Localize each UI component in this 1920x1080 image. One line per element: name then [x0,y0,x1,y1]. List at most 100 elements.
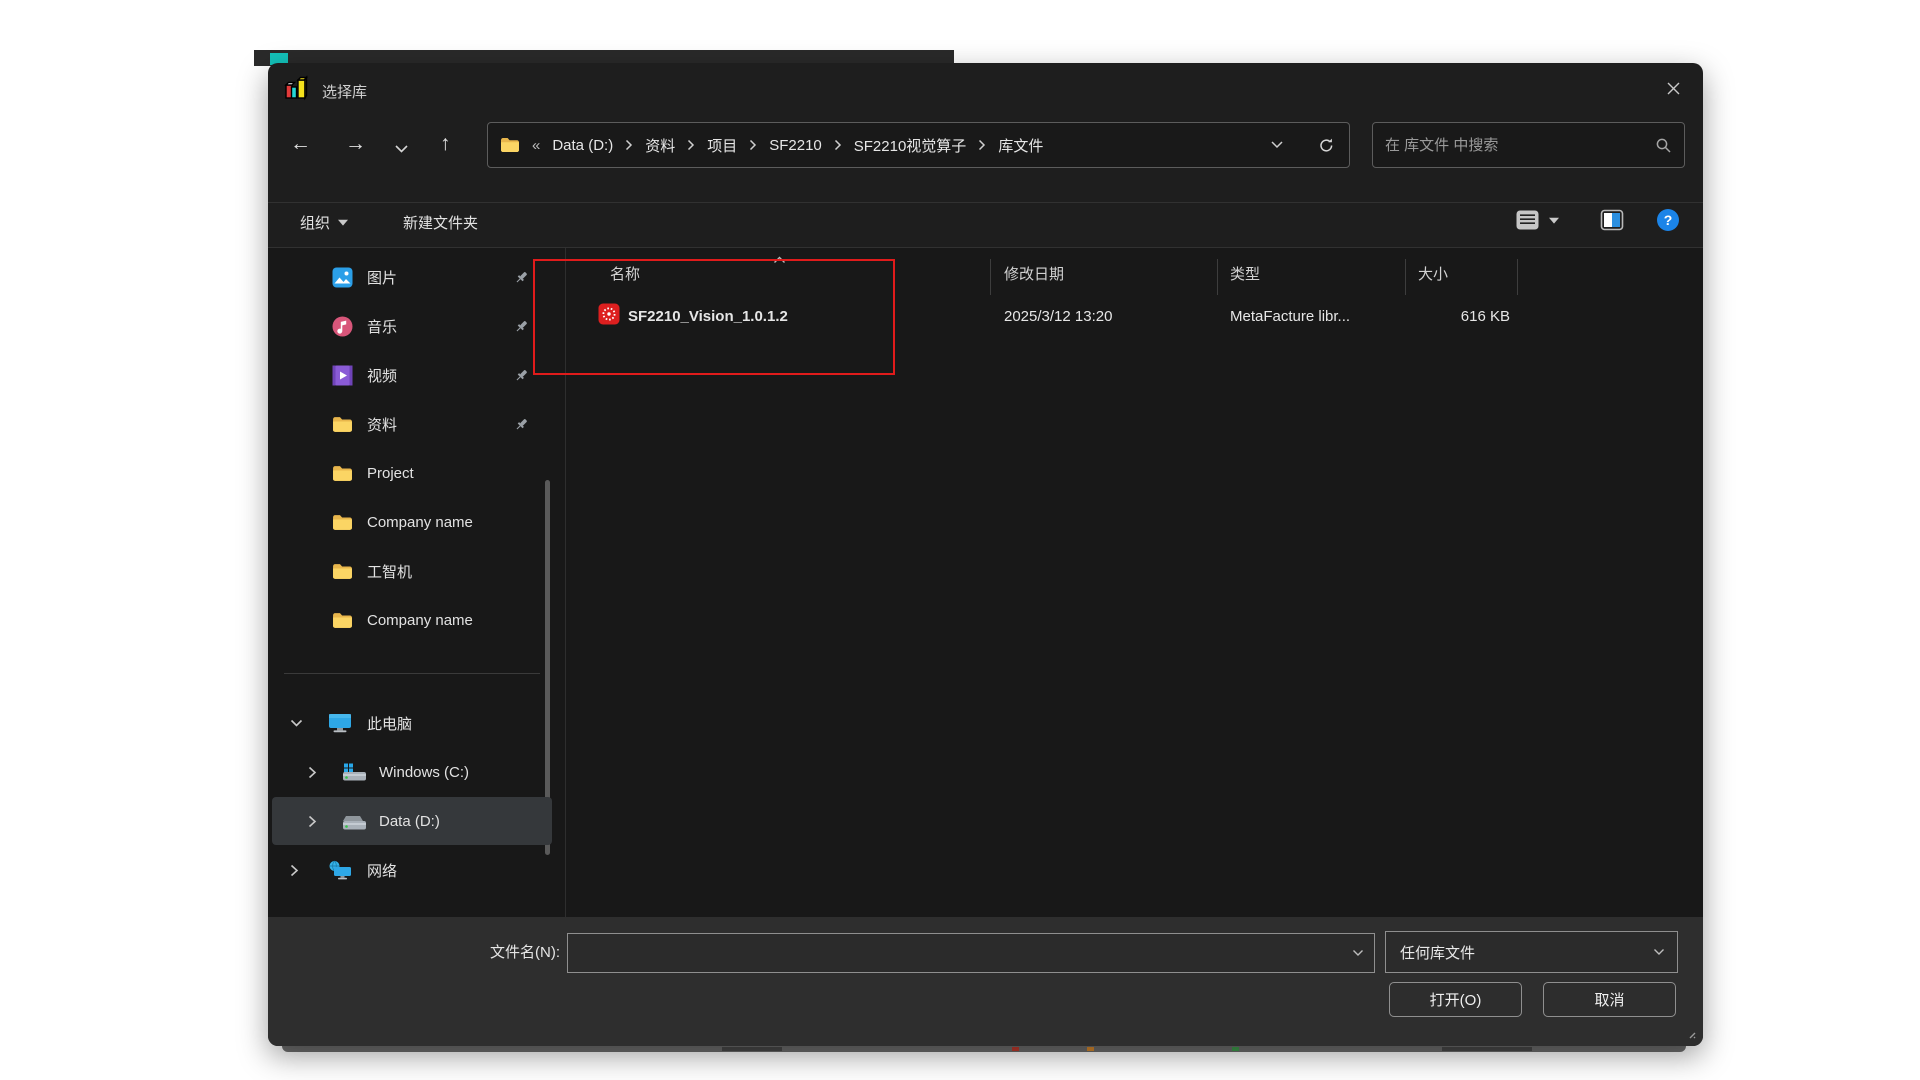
up-button[interactable]: ↑ [440,133,451,154]
resize-grip[interactable] [1686,1027,1697,1044]
chevron-right-icon [625,139,633,151]
filename-input[interactable] [568,934,1352,972]
sidebar-item-label: Data (D:) [379,812,440,830]
breadcrumb-item[interactable]: 资料 [645,135,675,156]
open-button-label: 打开(O) [1429,992,1482,1009]
sidebar-item-videos[interactable]: 视频 [272,353,552,397]
screen: 选择库 ← → ↑ « Data (D:) 资料 项目 SF2210 SF221… [0,0,1920,1080]
organize-label: 组织 [300,215,331,232]
breadcrumb-item[interactable]: SF2210视觉算子 [854,135,967,156]
pin-icon [514,270,529,285]
sidebar-item-ziliao[interactable]: 资料 [272,402,552,446]
computer-icon [328,713,352,733]
chevron-down-icon [395,145,408,153]
sidebar-item-music[interactable]: 音乐 [272,304,552,348]
chevron-right-icon[interactable] [308,764,324,780]
pin-icon [514,319,529,334]
file-date: 2025/3/12 13:20 [1004,308,1113,325]
new-folder-button[interactable]: 新建文件夹 [403,212,478,233]
filename-combobox[interactable] [567,933,1375,973]
chevron-right-icon [834,139,842,151]
chevron-right-icon[interactable] [308,813,324,829]
chevron-down-icon[interactable] [1352,949,1374,957]
close-icon [1667,82,1679,94]
cancel-button[interactable]: 取消 [1543,982,1676,1017]
sidebar-item-data-d[interactable]: Data (D:) [272,797,552,845]
sidebar-item-company-name-2[interactable]: Company name [272,598,552,642]
folder-icon [332,465,353,482]
column-header-size[interactable]: 大小 [1418,263,1448,284]
sliver-speck [1232,1047,1239,1051]
breadcrumb-item[interactable]: 项目 [707,135,737,156]
app-icon [283,74,311,106]
chevron-down-icon[interactable] [290,715,306,731]
chevron-right-icon [687,139,695,151]
open-button[interactable]: 打开(O) [1389,982,1522,1017]
column-header-type[interactable]: 类型 [1230,263,1260,284]
folder-icon [332,416,353,433]
sidebar-item-label: Company name [367,611,473,629]
windows-drive-icon [342,763,367,782]
filename-label: 文件名(N): [490,944,560,961]
help-button[interactable]: ? [1656,208,1680,236]
file-size: 616 KB [1460,308,1510,325]
sidebar-item-pictures[interactable]: 图片 [272,255,552,299]
chevron-down-icon [1271,141,1283,149]
column-separator[interactable] [1517,259,1518,295]
details-view-icon [1516,210,1539,230]
chevron-down-icon [1549,217,1559,224]
breadcrumb-item[interactable]: Data (D:) [552,137,613,154]
breadcrumb-item[interactable]: SF2210 [769,137,822,154]
sidebar-item-label: Windows (C:) [379,763,470,781]
chevron-right-icon[interactable] [290,862,306,878]
preview-pane-icon [1600,209,1624,231]
breadcrumb-item-current[interactable]: 库文件 [998,135,1043,156]
sidebar-item-label: 工智机 [367,563,413,581]
preview-pane-button[interactable] [1600,209,1624,235]
sidebar-item-label: Company name [367,513,473,531]
recent-locations-button[interactable] [394,141,409,158]
sidebar-item-label: 网络 [367,862,398,880]
column-header-date[interactable]: 修改日期 [1004,263,1064,284]
chevron-right-icon [749,139,757,151]
network-icon [328,860,352,880]
folder-icon [332,514,353,531]
column-separator[interactable] [1405,259,1406,295]
close-button[interactable] [1654,73,1692,103]
column-separator[interactable] [1217,259,1218,295]
sidebar-item-gongzhiji[interactable]: 工智机 [272,549,552,593]
filetype-select[interactable]: 任何库文件 [1385,931,1678,973]
pin-icon [514,417,529,432]
help-icon: ? [1657,209,1679,231]
address-bar[interactable]: « Data (D:) 资料 项目 SF2210 SF2210视觉算子 库文件 [487,122,1350,168]
sliver-speck [1012,1047,1019,1051]
organize-button[interactable]: 组织 [300,212,349,233]
svg-text:?: ? [1664,212,1673,228]
refresh-icon [1320,138,1333,151]
new-folder-label: 新建文件夹 [403,215,479,232]
forward-button[interactable]: → [345,133,366,154]
sidebar-item-network[interactable]: 网络 [272,848,552,892]
breadcrumb-overflow[interactable]: « [532,137,540,154]
column-separator[interactable] [990,259,991,295]
search-box[interactable] [1372,122,1685,168]
address-dropdown-button[interactable] [1270,140,1284,150]
select-library-dialog: 选择库 ← → ↑ « Data (D:) 资料 项目 SF2210 SF221… [268,63,1703,1046]
refresh-button[interactable] [1318,137,1335,154]
sidebar-item-project[interactable]: Project [272,451,552,495]
chevron-right-icon [978,139,986,151]
search-input[interactable] [1385,136,1655,154]
pictures-icon [332,267,353,288]
sidebar-item-company-name-1[interactable]: Company name [272,500,552,544]
folder-icon [332,563,353,580]
sidebar-item-this-pc[interactable]: 此电脑 [272,701,552,745]
background-window-bottom-sliver [282,1046,1686,1052]
divider [268,202,1703,203]
dialog-title: 选择库 [322,84,368,101]
sliver-speck [1087,1047,1094,1051]
sliver-speck [1442,1047,1532,1051]
back-button[interactable]: ← [290,133,311,154]
sidebar-item-windows-c[interactable]: Windows (C:) [272,750,552,794]
sidebar-group-separator [284,673,540,674]
view-mode-button[interactable] [1515,209,1559,231]
